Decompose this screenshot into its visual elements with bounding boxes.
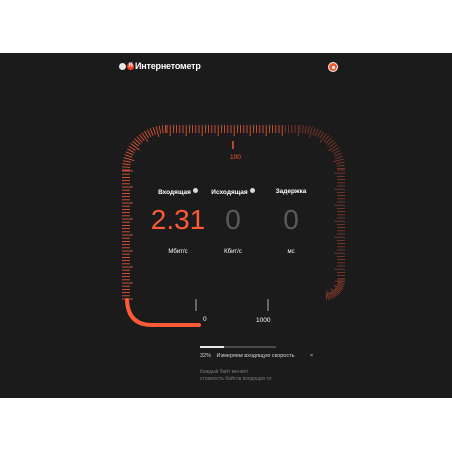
close-icon[interactable]: ×	[310, 353, 313, 359]
progress-bar-fill	[200, 346, 225, 348]
gauge-tick	[314, 128, 319, 137]
scale-label-mid: 100	[230, 154, 241, 161]
yandex-logo-icon[interactable]	[119, 63, 126, 70]
latency-label: Задержка	[275, 188, 307, 195]
latency-unit: мс	[287, 249, 295, 255]
gauge-tick	[333, 149, 341, 155]
app-title[interactable]: Интернетометр	[135, 61, 201, 71]
gauge-tick	[122, 160, 131, 163]
gauge-tick	[334, 280, 345, 283]
scale-label-high: 1000	[256, 317, 271, 324]
gauge-tick	[122, 166, 131, 168]
gauge-tick	[326, 289, 329, 300]
gauge-tick	[307, 125, 310, 134]
gauge-tick	[158, 125, 161, 134]
gauge-tick	[317, 130, 322, 138]
gauge-tick	[130, 143, 140, 151]
user-avatar-icon[interactable]	[328, 62, 338, 72]
gauge-tick	[123, 157, 135, 161]
gauge-tick	[146, 129, 152, 137]
progress-bar	[200, 346, 276, 348]
gauge-tick	[335, 155, 343, 159]
gauge-tick	[149, 128, 154, 136]
gauge-tick	[141, 132, 149, 143]
gauge-tick	[336, 164, 345, 167]
gauge-tick	[334, 152, 342, 157]
gauge-tick	[325, 292, 328, 300]
gauge-tick	[319, 133, 327, 143]
gauge-tick	[127, 148, 135, 153]
gauge-progress-arc	[125, 298, 201, 327]
gauge-tick	[336, 161, 345, 164]
latency-value: 0	[283, 204, 299, 235]
hint-text: Каждый байт меняет стоимость байтов вход…	[200, 369, 272, 382]
gauge-tick	[122, 163, 131, 166]
app-window: Я Интернетометр 100 0 1000 Входящая 2.31…	[0, 53, 452, 398]
gauge-tick	[302, 125, 304, 134]
gauge-tick	[161, 125, 164, 134]
gauge-tick	[309, 126, 313, 138]
gauge-tick	[312, 127, 316, 136]
progress-percent: 32%	[200, 353, 212, 359]
scale-label-low: 0	[203, 316, 207, 323]
status-row: 32% Измеряем входящую скорость ×	[200, 353, 317, 359]
gauge-tick	[125, 151, 134, 156]
yandex-y-icon[interactable]: Я	[127, 63, 134, 70]
gauge-tick	[327, 144, 338, 152]
gauge-tick	[304, 125, 307, 134]
gauge-tick	[155, 126, 160, 138]
status-text: Измеряем входящую скорость	[216, 353, 295, 359]
gauge-tick	[332, 158, 344, 163]
gauge-tick	[152, 127, 156, 135]
outgoing-info-icon[interactable]	[249, 188, 255, 193]
gauge-tick	[124, 154, 133, 158]
